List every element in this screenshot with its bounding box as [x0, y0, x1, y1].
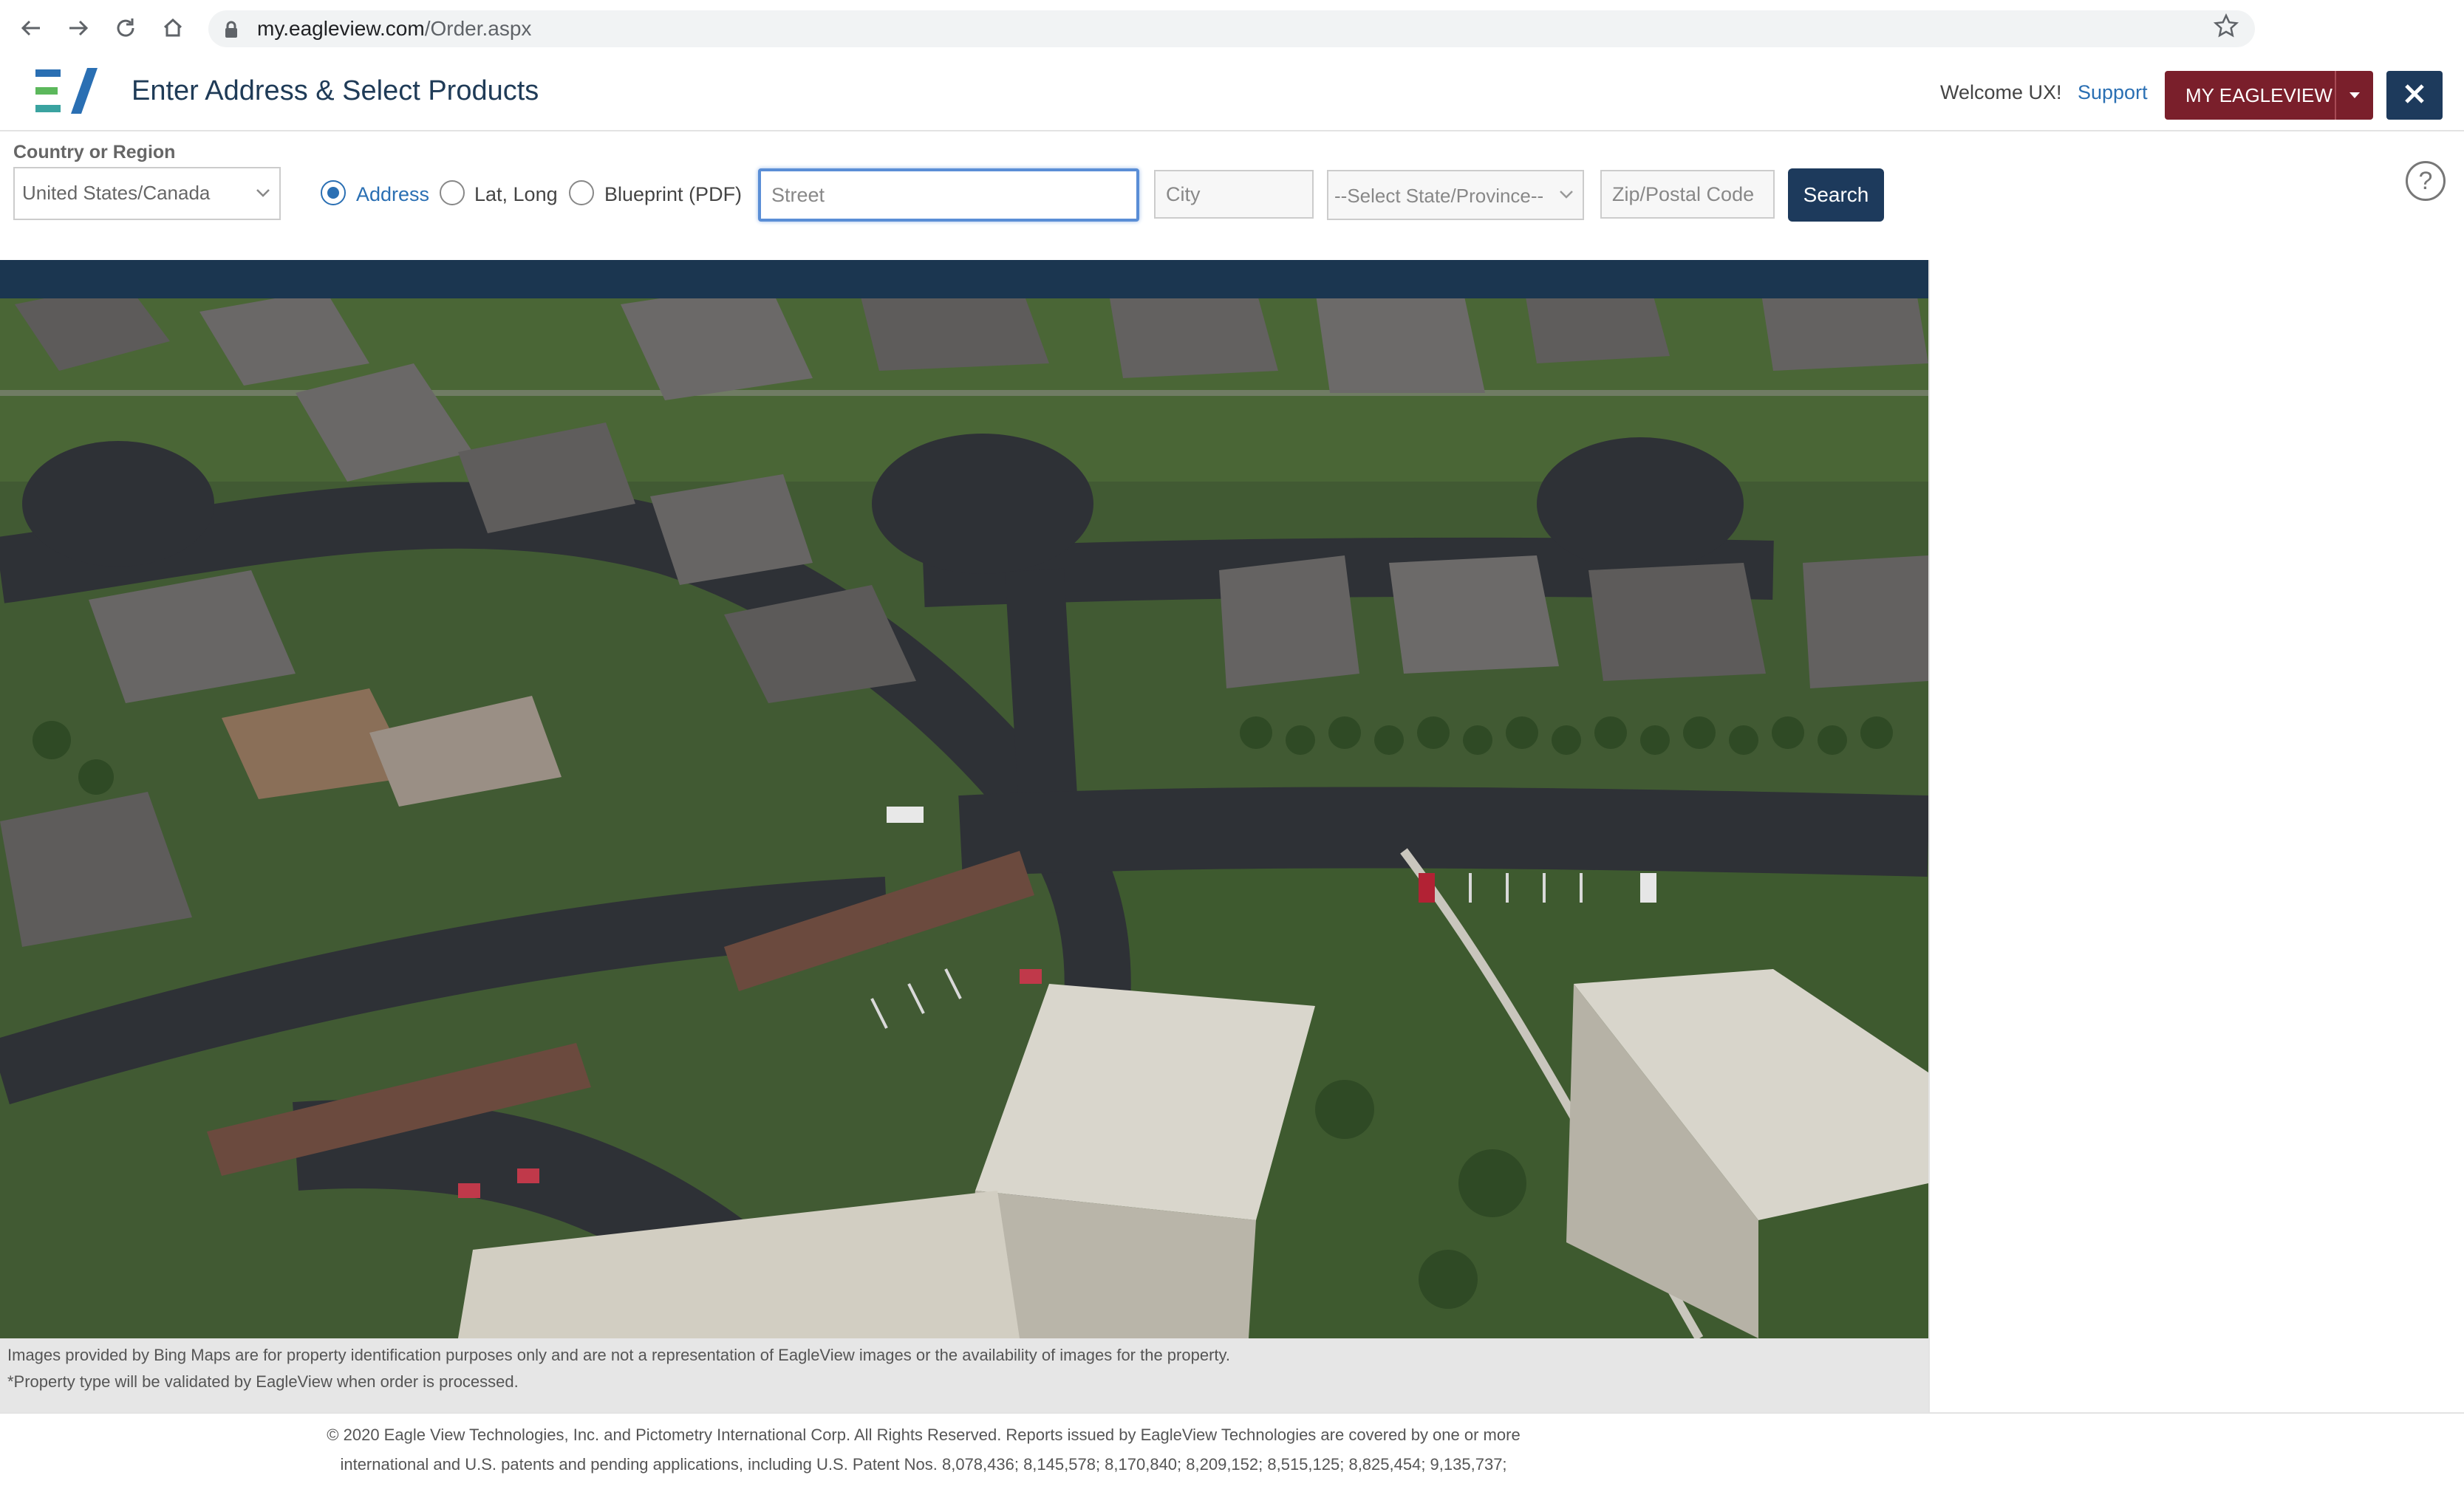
- app-header: Enter Address & Select Products Welcome …: [0, 56, 2464, 131]
- address-radio[interactable]: [321, 180, 346, 205]
- latlong-radio[interactable]: [440, 180, 465, 205]
- close-icon: [2403, 83, 2426, 109]
- footer-patents: international and U.S. patents and pendi…: [340, 1455, 1507, 1474]
- lock-icon: [223, 21, 239, 42]
- back-icon[interactable]: [16, 13, 46, 43]
- state-placeholder: --Select State/Province--: [1334, 185, 1544, 207]
- address-radio-label[interactable]: Address: [356, 183, 429, 206]
- blueprint-radio-label[interactable]: Blueprint (PDF): [604, 183, 742, 206]
- search-button[interactable]: Search: [1788, 168, 1884, 222]
- eagleview-logo[interactable]: [34, 65, 102, 125]
- welcome-text: Welcome UX!: [1940, 81, 2062, 103]
- chevron-down-icon: [256, 188, 270, 202]
- reload-icon[interactable]: [111, 13, 140, 43]
- property-type-note: *Property type will be validated by Eagl…: [7, 1372, 519, 1391]
- bing-disclaimer-text: Images provided by Bing Maps are for pro…: [7, 1346, 1230, 1364]
- url-text: my.eagleview.com/Order.aspx: [257, 17, 532, 40]
- support-link[interactable]: Support: [2078, 81, 2148, 104]
- browser-toolbar: my.eagleview.com/Order.aspx: [0, 0, 2464, 58]
- footer-divider: [0, 1412, 2464, 1414]
- map-disclaimer: Images provided by Bing Maps are for pro…: [0, 1338, 1928, 1412]
- aerial-map[interactable]: [0, 260, 1928, 1338]
- footer-copyright: © 2020 Eagle View Technologies, Inc. and…: [327, 1426, 1521, 1444]
- star-icon[interactable]: [2213, 13, 2239, 42]
- street-input[interactable]: [758, 168, 1139, 222]
- blueprint-radio[interactable]: [569, 180, 594, 205]
- city-input[interactable]: [1154, 170, 1314, 219]
- country-label: Country or Region: [13, 142, 176, 162]
- address-bar[interactable]: my.eagleview.com/Order.aspx: [208, 10, 2255, 47]
- chevron-down-icon[interactable]: [2335, 71, 2373, 120]
- chevron-down-icon: [1559, 189, 1574, 203]
- country-select[interactable]: United States/Canada: [13, 167, 281, 220]
- home-icon[interactable]: [158, 13, 188, 43]
- my-eagleview-button[interactable]: MY EAGLEVIEW: [2165, 71, 2373, 120]
- my-eagleview-label: MY EAGLEVIEW: [2185, 83, 2332, 106]
- country-value: United States/Canada: [22, 182, 211, 204]
- state-select[interactable]: --Select State/Province--: [1327, 170, 1584, 220]
- right-panel-divider: [1928, 260, 1930, 1412]
- page-title: Enter Address & Select Products: [132, 75, 539, 106]
- zip-input[interactable]: [1600, 170, 1775, 219]
- latlong-radio-label[interactable]: Lat, Long: [474, 183, 558, 206]
- help-icon[interactable]: ?: [2406, 161, 2446, 201]
- forward-icon[interactable]: [64, 13, 93, 43]
- close-button[interactable]: [2386, 71, 2443, 120]
- map-top-strip: [0, 260, 1928, 298]
